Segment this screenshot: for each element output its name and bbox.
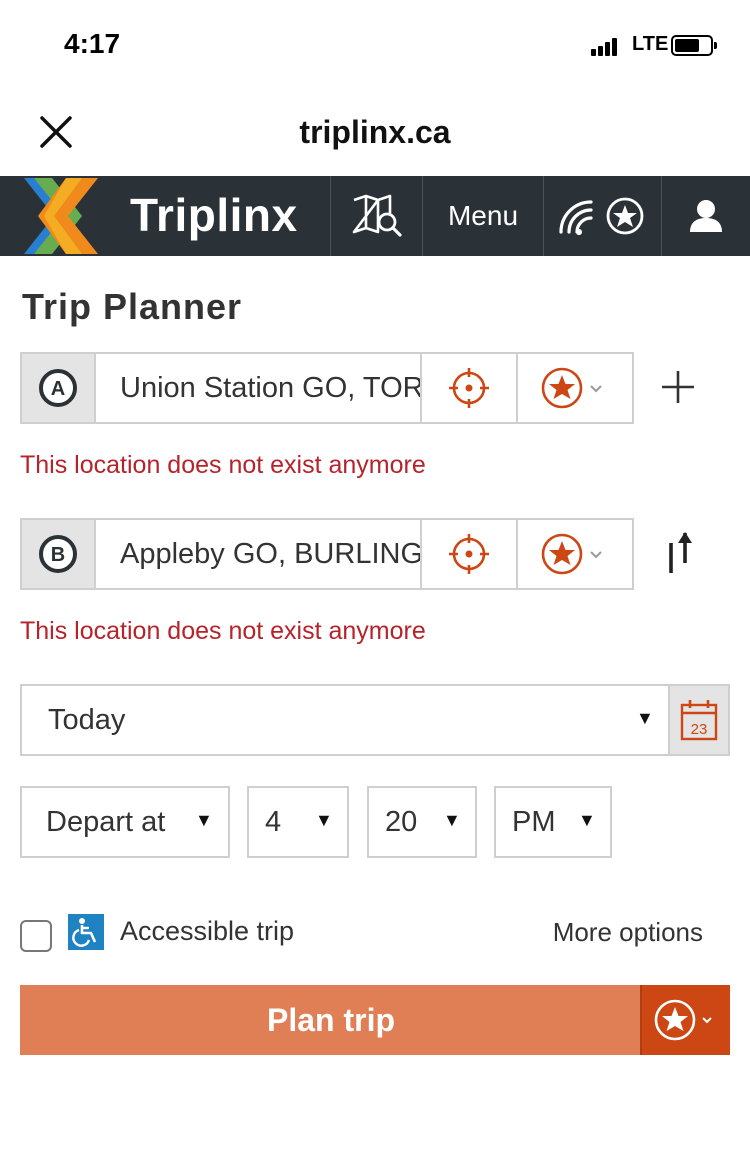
plus-icon: [662, 371, 694, 403]
menu-label: Menu: [447, 200, 519, 231]
map-search-button[interactable]: [330, 176, 422, 256]
plan-favorites-dropdown[interactable]: [640, 985, 730, 1055]
origin-badge: A: [22, 354, 96, 422]
origin-input[interactable]: [96, 354, 422, 422]
plan-trip-button[interactable]: Plan trip: [20, 985, 642, 1055]
swap-arrows-icon: [669, 532, 692, 573]
destination-favorites-dropdown[interactable]: [518, 520, 632, 588]
crosshair-icon: [449, 368, 489, 408]
destination-error: This location does not exist anymore: [20, 617, 426, 645]
destination-badge-letter: B: [51, 544, 65, 566]
destination-row: B: [20, 518, 634, 590]
origin-favorites-dropdown[interactable]: [518, 354, 632, 422]
realtime-favorites-icon: [558, 197, 643, 236]
ampm-select[interactable]: PM ▼: [494, 786, 612, 858]
ampm-value: PM: [512, 805, 556, 838]
calendar-icon: 23: [680, 700, 718, 741]
logo-mark-icon: [24, 178, 98, 254]
origin-error: This location does not exist anymore: [20, 451, 426, 479]
origin-locate-button[interactable]: [422, 354, 518, 422]
destination-badge: B: [22, 520, 96, 588]
favorite-star-icon: [541, 533, 602, 575]
page-title: Trip Planner: [22, 286, 243, 327]
url-label: triplinx.ca: [299, 114, 451, 150]
triplinx-logo[interactable]: Triplinx: [22, 176, 322, 256]
accessible-trip-checkbox[interactable]: [20, 920, 52, 952]
chevron-down-icon: ▼: [195, 810, 213, 830]
network-type: LTE: [632, 33, 669, 55]
battery-icon: [671, 35, 717, 56]
depart-mode-select[interactable]: Depart at ▼: [20, 786, 230, 858]
accessible-trip-label[interactable]: Accessible trip: [120, 916, 294, 947]
status-bar: 4:17 LTE: [0, 0, 750, 90]
site-nav: Triplinx Menu: [0, 176, 750, 256]
origin-badge-letter: A: [51, 378, 65, 400]
signal-icon: [591, 36, 621, 56]
user-account-button[interactable]: [661, 176, 750, 256]
origin-a-icon: A: [39, 369, 77, 407]
map-search-icon: [352, 194, 402, 237]
user-icon: [690, 200, 722, 232]
more-options-link[interactable]: More options: [553, 917, 703, 948]
calendar-button[interactable]: 23: [668, 684, 730, 756]
chevron-down-icon: ▼: [636, 708, 654, 728]
plan-trip-label: Plan trip: [266, 1001, 395, 1038]
chevron-down-icon: ▼: [578, 810, 596, 830]
favorite-star-icon: [654, 999, 712, 1041]
browser-bar: triplinx.ca: [0, 90, 750, 176]
status-time: 4:17: [64, 28, 121, 59]
chevron-down-icon: ▼: [315, 810, 333, 830]
minute-value: 20: [385, 805, 418, 838]
minute-select[interactable]: 20 ▼: [367, 786, 477, 858]
depart-mode-value: Depart at: [46, 805, 166, 838]
realtime-favorites-button[interactable]: [543, 176, 661, 256]
destination-locate-button[interactable]: [422, 520, 518, 588]
swap-locations-button[interactable]: [650, 525, 706, 581]
wheelchair-icon: [68, 914, 104, 950]
calendar-day: 23: [691, 721, 708, 738]
crosshair-icon: [449, 534, 489, 574]
menu-button[interactable]: Menu: [422, 176, 543, 256]
origin-row: A: [20, 352, 634, 424]
logo-text: Triplinx: [130, 189, 298, 241]
date-select[interactable]: Today ▼: [20, 684, 670, 756]
chevron-down-icon: ▼: [443, 810, 461, 830]
date-value: Today: [48, 703, 126, 736]
hour-select[interactable]: 4 ▼: [247, 786, 349, 858]
favorite-star-icon: [541, 367, 602, 409]
add-stop-button[interactable]: [650, 359, 706, 415]
hour-value: 4: [265, 805, 282, 838]
destination-b-icon: B: [39, 535, 77, 573]
destination-input[interactable]: [96, 520, 422, 588]
